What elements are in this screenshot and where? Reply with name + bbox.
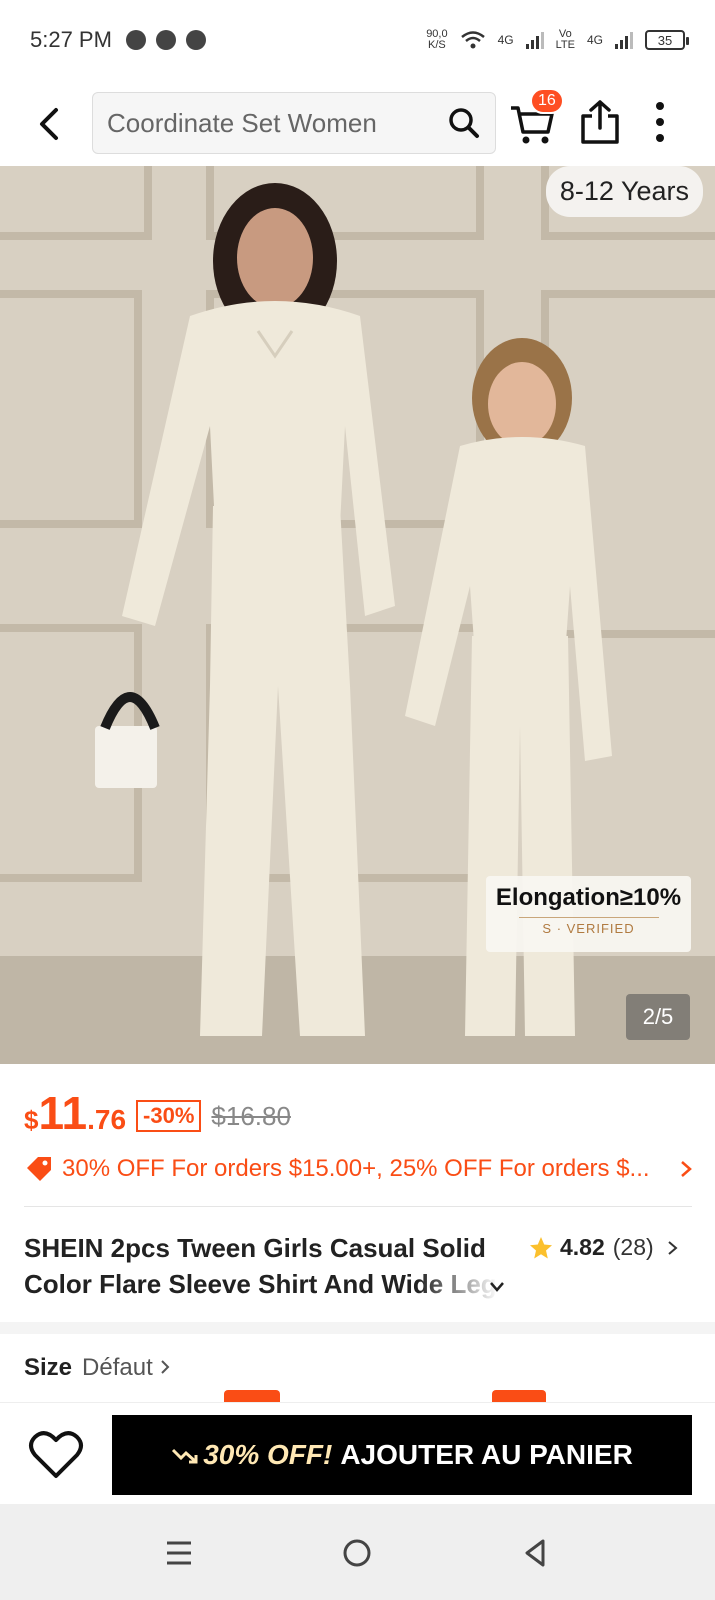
android-icon [185, 30, 206, 50]
chevron-right-icon [161, 1360, 170, 1374]
search-icon[interactable] [447, 106, 481, 140]
image-counter: 2/5 [626, 994, 690, 1040]
star-icon [530, 1236, 552, 1258]
button-promo-label: 30% OFF! [203, 1439, 333, 1470]
status-time: 5:27 PM [30, 27, 112, 52]
volte-indicator: Vo LTE [556, 29, 575, 51]
button-label: AJOUTER AU PANIER [340, 1439, 633, 1470]
size-value: Défaut [82, 1354, 153, 1381]
back-nav-icon[interactable] [518, 1536, 552, 1570]
product-page: { "status_bar": { "time": "5:27 PM", "ne… [0, 0, 715, 1600]
share-icon[interactable] [578, 98, 622, 146]
chevron-right-icon [668, 1240, 678, 1255]
wifi-icon [460, 31, 485, 49]
home-icon[interactable] [340, 1536, 374, 1570]
price-decimal: .76 [87, 1104, 127, 1135]
net-speed-unit: K/S [428, 39, 446, 51]
discount-badge: -30% [136, 1100, 202, 1132]
chevron-down-icon[interactable] [488, 1280, 506, 1294]
cart-count-badge: 16 [530, 88, 564, 114]
verified-label: S · VERIFIED [542, 921, 635, 936]
net-speed: 90,0 K/S [426, 29, 447, 51]
search-input[interactable] [107, 107, 447, 139]
volte-bottom: LTE [555, 39, 575, 51]
product-image-gallery[interactable]: 8-12 Years Elongation≥10% S · VERIFIED 2… [0, 166, 715, 1064]
divider [24, 1206, 692, 1207]
signal-icon-2 [615, 31, 633, 49]
more-icon[interactable] [650, 98, 670, 146]
price-integer: 11 [38, 1087, 88, 1139]
messenger-icon [125, 30, 146, 50]
system-nav-bar [0, 1504, 715, 1600]
button-promo: 30% OFF! [171, 1439, 332, 1471]
promo-text: 30% OFF For orders $15.00+, 25% OFF For … [62, 1155, 650, 1182]
notification-icon [155, 30, 176, 50]
size-label: Size [24, 1354, 73, 1381]
chevron-right-icon [681, 1161, 692, 1177]
search-bar[interactable] [92, 92, 496, 154]
elongation-badge: Elongation≥10% S · VERIFIED [486, 876, 691, 952]
signal-icon [525, 31, 544, 49]
stock-badge [224, 1390, 280, 1402]
rating-score: 4.82 [560, 1234, 605, 1260]
menu-icon[interactable] [162, 1536, 196, 1570]
bottom-action-bar: 30% OFF! AJOUTER AU PANIER [0, 1402, 715, 1504]
trend-icon [172, 1448, 198, 1464]
elongation-label: Elongation≥10% [495, 884, 682, 911]
original-price: $16.80 [211, 1101, 291, 1131]
back-icon[interactable] [30, 104, 70, 144]
network-label-1: 4G [497, 33, 514, 47]
rating-summary[interactable]: 4.82 (28) [528, 1234, 680, 1261]
status-bar: 5:27 PM 90,0 K/S 4G Vo LTE 4G 35 [0, 0, 715, 80]
section-gap [0, 1322, 715, 1334]
battery-icon: 35 [645, 30, 689, 50]
heart-icon[interactable] [28, 1429, 84, 1481]
review-count: (28) [612, 1234, 654, 1260]
badge-divider [518, 917, 659, 918]
price-currency: $ [24, 1105, 39, 1135]
size-selector[interactable]: Size Défaut [24, 1354, 171, 1382]
tag-icon [27, 1157, 51, 1181]
add-to-cart-button[interactable]: 30% OFF! AJOUTER AU PANIER [112, 1415, 692, 1495]
promo-row[interactable]: 30% OFF For orders $15.00+, 25% OFF For … [24, 1154, 694, 1184]
top-header: 16 [0, 82, 715, 166]
stock-badge [492, 1390, 546, 1402]
network-label-2: 4G [586, 33, 603, 47]
price-row: $ 11 .76 -30% $16.80 [24, 1086, 291, 1140]
title-fade [418, 1268, 498, 1304]
age-range-tag: 8-12 Years [545, 166, 703, 217]
